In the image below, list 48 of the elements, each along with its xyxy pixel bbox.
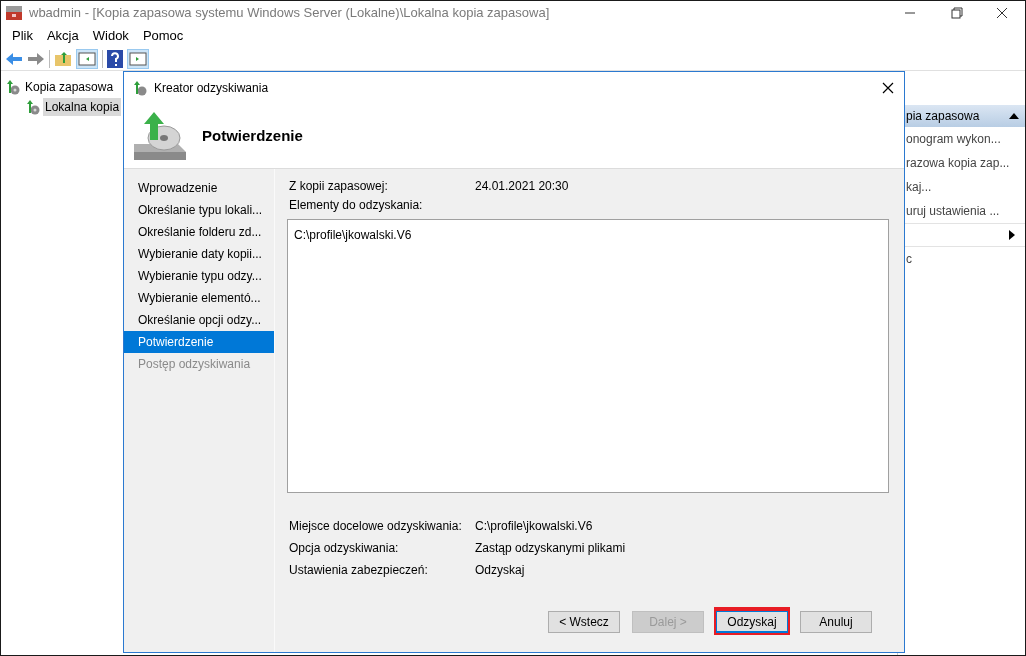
collapse-icon[interactable] bbox=[1009, 113, 1019, 119]
backup-icon bbox=[25, 99, 41, 115]
panel-icon[interactable] bbox=[76, 48, 98, 69]
list-item[interactable]: C:\profile\jkowalski.V6 bbox=[294, 226, 882, 244]
dialog-button[interactable]: Odzyskaj bbox=[716, 611, 788, 633]
wizard-heading: Potwierdzenie bbox=[202, 125, 303, 146]
menu-item[interactable]: Plik bbox=[5, 26, 40, 46]
wizard-step[interactable]: Potwierdzenie bbox=[124, 331, 274, 353]
toolbox-icon bbox=[5, 5, 23, 21]
forward-arrow-icon[interactable] bbox=[27, 50, 45, 67]
wizard-step[interactable]: Wybieranie typu odzy... bbox=[124, 265, 274, 287]
wizard-step[interactable]: Wybieranie daty kopii... bbox=[124, 243, 274, 265]
action-link[interactable]: uruj ustawienia ... bbox=[906, 202, 1000, 220]
backup-icon bbox=[132, 80, 148, 96]
disk-restore-icon bbox=[132, 110, 188, 162]
backup-icon bbox=[5, 79, 21, 95]
action-link[interactable]: onogram wykon... bbox=[906, 130, 1001, 148]
action-link[interactable]: kaj... bbox=[906, 178, 932, 196]
menu-item[interactable]: Pomoc bbox=[135, 26, 191, 46]
submenu-arrow-icon[interactable] bbox=[1009, 230, 1015, 240]
tree-item[interactable]: Kopia zapasowa bbox=[23, 78, 116, 96]
wizard-step[interactable]: Określanie opcji odzy... bbox=[124, 309, 274, 331]
field-value: Odzyskaj bbox=[475, 562, 525, 579]
dialog-button[interactable]: Anuluj bbox=[800, 610, 872, 633]
folder-up-icon[interactable] bbox=[54, 50, 72, 67]
back-arrow-icon[interactable] bbox=[5, 50, 23, 67]
field-label: Opcja odzyskiwania: bbox=[289, 540, 400, 557]
tree-item[interactable]: Lokalna kopia bbox=[43, 98, 122, 116]
field-label: Elementy do odzyskania: bbox=[289, 197, 424, 214]
dialog-title: Kreator odzyskiwania bbox=[154, 80, 269, 97]
menu-item[interactable]: Widok bbox=[85, 26, 136, 46]
wizard-step[interactable]: Wprowadzenie bbox=[124, 177, 274, 199]
wizard-step[interactable]: Określanie folderu zd... bbox=[124, 221, 274, 243]
help-icon[interactable] bbox=[107, 49, 123, 68]
field-value: Zastąp odzyskanymi plikami bbox=[475, 540, 626, 557]
wizard-step[interactable]: Określanie typu lokali... bbox=[124, 199, 274, 221]
close-icon[interactable] bbox=[882, 82, 894, 94]
dialog-button[interactable]: < Wstecz bbox=[548, 610, 620, 633]
wizard-step[interactable]: Wybieranie elementó... bbox=[124, 287, 274, 309]
field-value: C:\profile\jkowalski.V6 bbox=[475, 518, 593, 535]
field-value: 24.01.2021 20:30 bbox=[475, 178, 569, 195]
field-label: Z kopii zapasowej: bbox=[289, 178, 389, 195]
window-title: wbadmin - [Kopia zapasowa systemu Windows Server (Lokalne)\Lokalna kopia zapasowa] bbox=[29, 4, 550, 23]
field-label: Miejsce docelowe odzyskiwania: bbox=[289, 518, 463, 535]
action-link[interactable]: c bbox=[906, 250, 912, 268]
field-label: Ustawienia zabezpieczeń: bbox=[289, 562, 429, 579]
action-link[interactable]: razowa kopia zap... bbox=[906, 154, 1010, 172]
menu-item[interactable]: Akcja bbox=[39, 26, 86, 46]
